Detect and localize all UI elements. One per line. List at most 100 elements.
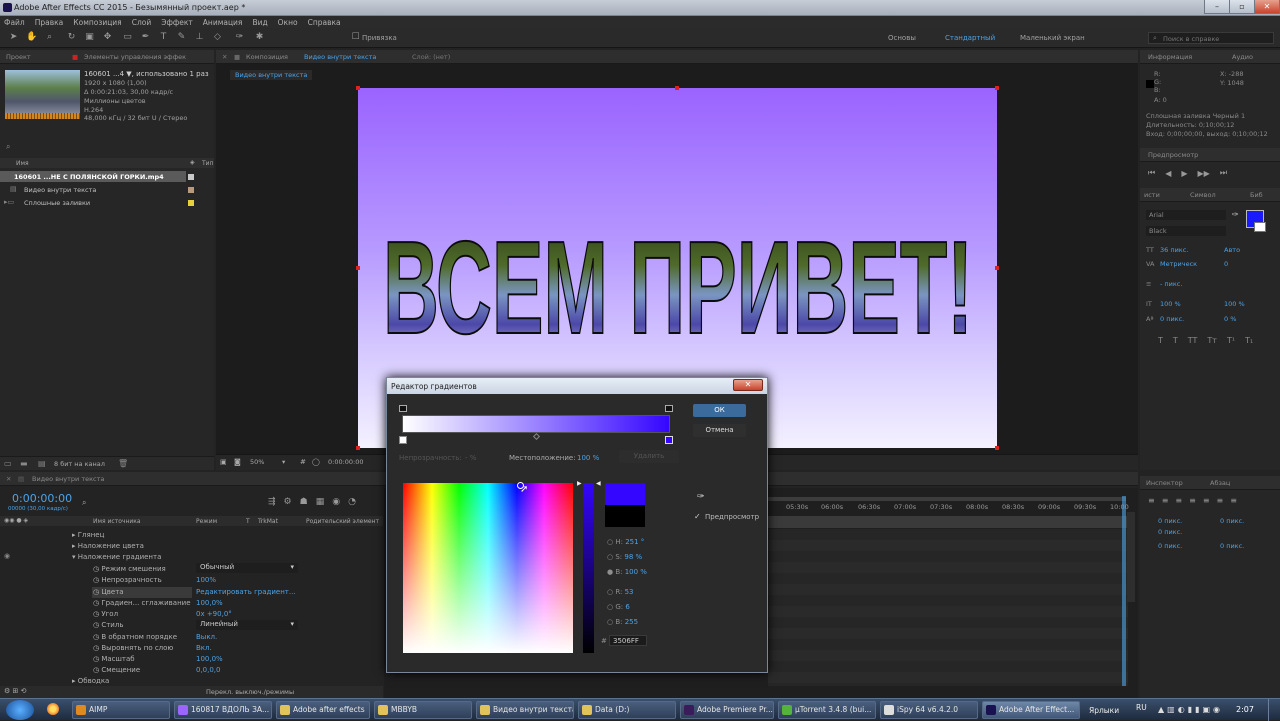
tab-inspector[interactable]: Инспектор [1146,479,1183,487]
tab-composition-label[interactable]: Композиция [246,53,288,61]
stopwatch-icon[interactable]: ◷ [93,633,99,641]
zoom-chevron-down-icon[interactable]: ▾ [282,458,285,466]
play-icon[interactable]: ▶ [1181,169,1187,178]
clock[interactable]: 2:07 [1236,705,1254,714]
bounding-handle[interactable] [995,266,999,270]
tab-timeline[interactable]: Видео внутри текста [32,475,104,483]
stopwatch-icon[interactable]: ◷ [93,621,99,629]
taskbar-links-toolbar[interactable]: Ярлыки [1089,706,1119,715]
space-after-value[interactable]: 0 пикс. [1220,542,1244,550]
timeline-search-icon[interactable]: ⌕ [82,498,86,508]
stroke-color-swatch[interactable] [1254,222,1266,232]
original-color-swatch[interactable] [605,505,645,527]
rotate-tool-icon[interactable]: ↻ [66,32,77,43]
style-select[interactable]: Линейный ▾ [196,620,298,630]
menu-help[interactable]: Справка [308,18,341,27]
timeline-scrollbar[interactable] [1127,512,1135,602]
font-size-value[interactable]: 36 пикс. [1160,246,1188,254]
subscript-icon[interactable]: T₁ [1245,336,1253,345]
new-comp-icon[interactable]: ▤ [38,459,46,468]
g-value[interactable]: 6 [625,603,629,611]
blue-value[interactable]: 255 [625,618,638,626]
stopwatch-icon[interactable]: ◷ [93,644,99,652]
stopwatch-icon[interactable]: ◷ [93,666,99,674]
column-type[interactable]: Тип [202,160,214,167]
next-frame-icon[interactable]: ▶▶ [1198,169,1210,178]
language-indicator[interactable]: RU [1136,703,1147,712]
column-parent[interactable]: Родительский элемент [306,518,379,525]
stopwatch-icon[interactable]: ◷ [93,655,99,663]
group-color-overlay[interactable]: ▸ Наложение цвета [72,542,144,550]
graph-editor-icon[interactable]: ◔ [348,497,356,507]
pan-behind-tool-icon[interactable]: ✥ [102,32,113,43]
stroke-width-value[interactable]: - пикс. [1160,280,1182,288]
blue-radio[interactable]: ○ B: 255 [607,618,638,626]
b-value[interactable]: 100 % [625,568,647,576]
kerning-value[interactable]: Метрическ [1160,260,1197,268]
offset-value[interactable]: 0,0,0,0 [196,666,221,674]
g-radio[interactable]: ○ G: 6 [607,603,630,611]
justify-all-icon[interactable]: ≡ [1230,496,1237,505]
taskbar-premiere[interactable]: Adobe Premiere Pr... [680,701,774,719]
justify-left-icon[interactable]: ≡ [1189,496,1196,505]
ok-button[interactable]: ОК [693,404,746,417]
brush-tool-icon[interactable]: ✎ [176,32,187,43]
bit-depth-button[interactable]: 8 бит на канал [54,460,105,468]
group-gloss[interactable]: ▸ Глянец [72,531,104,539]
align-right-icon[interactable]: ≡ [1175,496,1182,505]
tab-project[interactable]: Проект [6,53,31,61]
justify-center-icon[interactable]: ≡ [1203,496,1210,505]
bounding-handle[interactable] [995,446,999,450]
s-value[interactable]: 98 % [624,553,642,561]
cancel-button[interactable]: Отмена [693,424,746,437]
shy-icon[interactable]: ☗ [300,497,308,507]
r-radio[interactable]: ○ R: 53 [607,588,634,596]
faux-italic-icon[interactable]: T [1173,336,1178,345]
menu-effect[interactable]: Эффект [161,18,193,27]
lock-icon[interactable]: ■ [234,53,240,61]
opacity-stop-left[interactable] [399,405,407,412]
align-center-icon[interactable]: ≡ [1162,496,1169,505]
menu-edit[interactable]: Правка [35,18,64,27]
eyedropper-icon[interactable]: ✑ [1232,210,1239,219]
reverse-value[interactable]: Выкл. [196,633,217,641]
show-snapshot-icon[interactable]: ◙ [234,458,241,466]
superscript-icon[interactable]: T¹ [1227,336,1235,345]
close-tab-icon[interactable]: ✕ [6,475,11,483]
delete-stop-button[interactable]: Удалить [619,450,679,463]
close-tab-icon[interactable]: ✕ [222,53,227,61]
type-tool-icon[interactable]: T [158,32,169,43]
tab-composition-name[interactable]: Видео внутри текста [304,53,376,61]
rectangle-tool-icon[interactable]: ▭ [122,32,133,43]
hex-input[interactable]: 3506FF [609,635,647,646]
dialog-close-button[interactable]: ✕ [733,379,763,391]
leading-value[interactable]: Авто [1224,246,1240,254]
project-item-footage[interactable]: 160601 ...НЕ С ПОЛЯНСКОЙ ГОРКИ.mp4 [0,171,186,182]
tab-audio[interactable]: Аудио [1232,53,1253,61]
group-stroke[interactable]: ▸ Обводка [72,677,109,685]
zoom-tool-icon[interactable]: ⌕ [44,32,55,43]
comp-breadcrumb[interactable]: Видео внутри текста [230,70,313,80]
tsume-value[interactable]: 0 % [1224,315,1236,323]
tab-effect-controls[interactable]: Элементы управления эффек [84,53,186,61]
help-search-input[interactable]: ⌕ Поиск в справке [1148,32,1274,44]
trash-icon[interactable]: 🗑 [118,459,128,468]
tracking-value[interactable]: 0 [1224,260,1228,268]
taskbar-mbbyb[interactable]: MBBYB [374,701,472,719]
taskbar-data-drive[interactable]: Data (D:) [578,701,676,719]
align-left-icon[interactable]: ≡ [1148,496,1155,505]
bounding-handle[interactable] [356,86,360,90]
clone-tool-icon[interactable]: ⊥ [194,32,205,43]
project-item-comp[interactable]: ▤ Видео внутри текста [0,184,186,195]
menu-animation[interactable]: Анимация [203,18,243,27]
close-button[interactable]: ✕ [1254,0,1280,14]
justify-right-icon[interactable]: ≡ [1217,496,1224,505]
opacity-value[interactable]: 100% [196,576,216,584]
tab-paragraph-short[interactable]: исти [1144,191,1160,199]
layer-duration-bar[interactable] [768,516,1128,528]
menu-layer[interactable]: Слой [132,18,152,27]
tab-paragraph[interactable]: Абзац [1210,479,1230,487]
menu-composition[interactable]: Композиция [73,18,121,27]
h-value[interactable]: 251 ° [625,538,644,546]
pen-tool-icon[interactable]: ✒ [140,32,151,43]
